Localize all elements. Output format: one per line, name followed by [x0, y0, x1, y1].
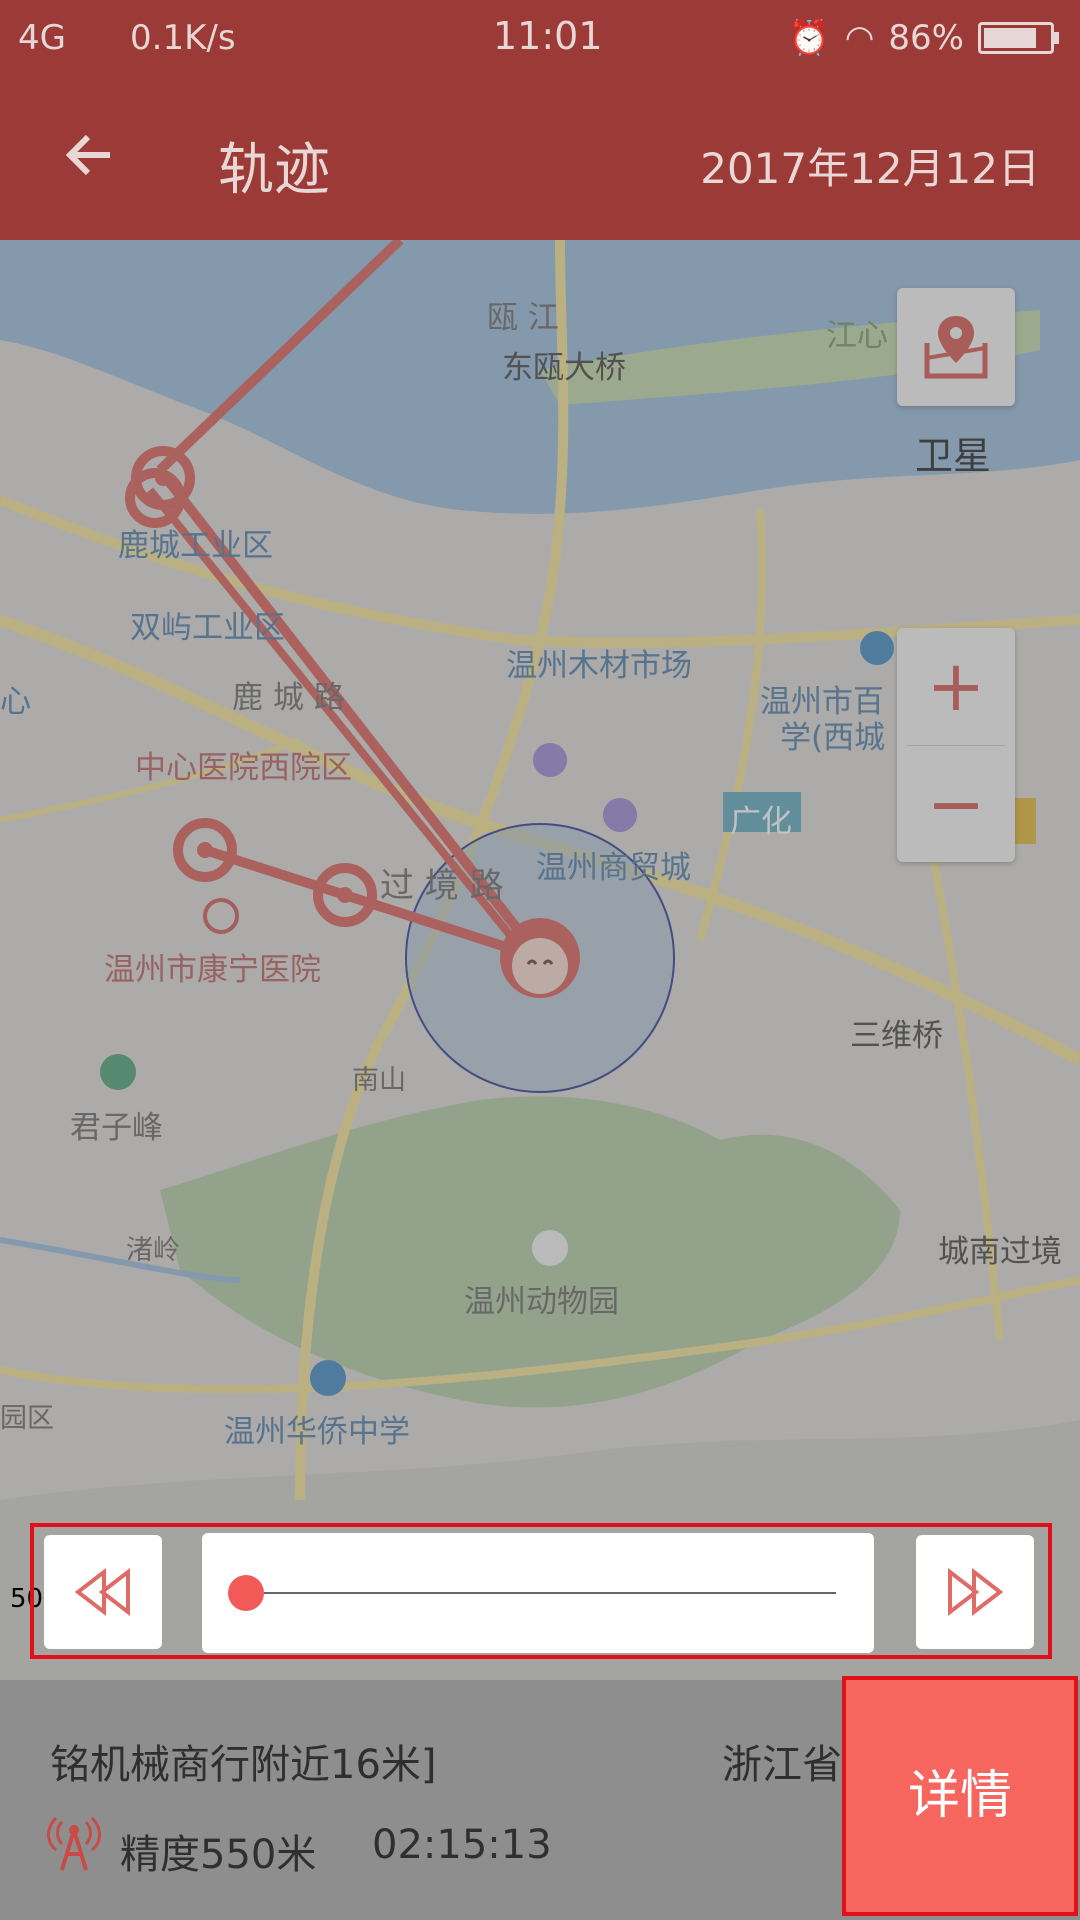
- zoom-controls: + −: [897, 628, 1015, 862]
- battery-icon: [978, 22, 1059, 54]
- map-label-guanghua: 广化: [730, 804, 792, 840]
- playback-controls: [30, 1523, 1052, 1659]
- status-right: ⏰ ◠ 86%: [788, 18, 1059, 58]
- map-label-zhuling: 渚岭: [126, 1235, 180, 1266]
- map-label-left-qu: 园区: [0, 1403, 54, 1434]
- page-title: 轨迹: [218, 138, 330, 203]
- map-label-shuangyu-industrial: 双屿工业区: [130, 610, 285, 646]
- playback-slider[interactable]: [202, 1533, 874, 1653]
- fast-forward-button[interactable]: [916, 1535, 1034, 1649]
- alarm-icon: ⏰: [788, 18, 831, 58]
- map-label-chengnan: 城南过境: [938, 1234, 1062, 1270]
- satellite-toggle-button[interactable]: [897, 288, 1015, 406]
- map-label-trade-city: 温州商贸城: [536, 850, 691, 886]
- rewind-icon: [74, 1567, 130, 1617]
- slider-thumb[interactable]: [228, 1575, 264, 1611]
- location-time: 02:15:13: [372, 1822, 552, 1868]
- address-text: 铭机械商行附近16米]: [50, 1742, 437, 1788]
- network-speed: 0.1K/s: [130, 18, 236, 58]
- map-label-xicheng: 学(西城: [780, 720, 886, 756]
- satellite-label: 卫星: [915, 434, 992, 478]
- map-view[interactable]: 瓯 江 东瓯大桥 江心 鹿城工业区 双屿工业区 温州木材市场 温州市百 学(西城…: [0, 240, 1080, 1680]
- detail-button[interactable]: 详情: [842, 1676, 1078, 1916]
- map-label-left-xin: 心: [0, 684, 31, 720]
- map-label-huaqiao-school: 温州华侨中学: [224, 1414, 410, 1450]
- map-label-guojing-road: 过 境 路: [380, 866, 504, 906]
- map-label-dongou-bridge: 东瓯大桥: [502, 350, 626, 386]
- province-text: 浙江省: [722, 1742, 842, 1788]
- map-label-hospital-west: 中心医院西院区: [135, 750, 352, 786]
- network-indicator: 4G: [18, 18, 66, 58]
- fast-forward-icon: [948, 1567, 1004, 1617]
- back-button[interactable]: [58, 123, 122, 198]
- date-selector[interactable]: 2017年12月12日: [700, 135, 1040, 196]
- app-header: 轨迹 2017年12月12日: [0, 75, 1080, 240]
- map-label-lucheng-road: 鹿 城 路: [232, 680, 345, 716]
- status-bar: 4G 0.1K/s 11:01 ⏰ ◠ 86%: [0, 0, 1080, 75]
- zoom-out-button[interactable]: −: [897, 746, 1015, 862]
- map-label-junzifeng: 君子峰: [70, 1110, 163, 1146]
- map-label-jiangxin: 江心: [826, 318, 888, 354]
- map-label-sanwei-bridge: 三维桥: [850, 1018, 943, 1054]
- accuracy-text: 精度550米: [120, 1832, 317, 1878]
- wifi-icon: ◠: [844, 18, 875, 58]
- map-label-kangning-hospital: 温州市康宁医院: [104, 952, 321, 988]
- battery-percent: 86%: [888, 18, 964, 58]
- map-label-timber-market: 温州木材市场: [506, 648, 692, 684]
- signal-tower-icon: [47, 1816, 101, 1871]
- zoom-in-button[interactable]: +: [897, 628, 1015, 744]
- map-pin-icon: [924, 316, 988, 379]
- map-label-nanshan: 南山: [352, 1065, 406, 1096]
- map-label-ou-river: 瓯 江: [487, 300, 559, 336]
- slider-track: [264, 1592, 836, 1594]
- arrow-left-icon: [65, 134, 110, 176]
- clock: 11:01: [493, 14, 603, 58]
- map-label-zoo: 温州动物园: [464, 1284, 619, 1320]
- rewind-button[interactable]: [44, 1535, 162, 1649]
- map-label-lucheng-industrial: 鹿城工业区: [118, 528, 273, 564]
